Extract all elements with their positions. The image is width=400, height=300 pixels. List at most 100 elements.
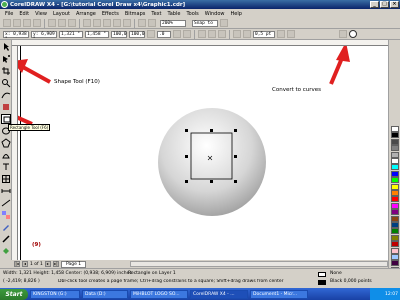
menu-layout[interactable]: Layout bbox=[50, 11, 73, 17]
y-position-field[interactable]: y: 6,909 " bbox=[31, 30, 57, 42]
menu-help[interactable]: Help bbox=[227, 11, 244, 17]
text-tool-icon[interactable] bbox=[1, 162, 11, 172]
x-position-field[interactable]: x: 0,938 " bbox=[3, 30, 29, 42]
polygon-tool-icon[interactable] bbox=[1, 138, 11, 148]
options-icon[interactable] bbox=[220, 19, 228, 27]
taskbar-item-coreldraw[interactable]: CorelDRAW X4 - ... bbox=[190, 289, 248, 299]
taskbar-item-data[interactable]: Data (D:) bbox=[82, 289, 128, 299]
menu-window[interactable]: Window bbox=[202, 11, 228, 17]
drawing-canvas[interactable]: Shape Tool (F10) Convert to curves (9) bbox=[18, 46, 388, 260]
to-back-icon[interactable] bbox=[287, 30, 295, 38]
palette-swatch[interactable] bbox=[391, 196, 399, 203]
freehand-tool-icon[interactable] bbox=[1, 90, 11, 100]
palette-swatch[interactable] bbox=[391, 158, 399, 164]
palette-swatch[interactable] bbox=[391, 170, 399, 177]
menu-text[interactable]: Text bbox=[148, 11, 164, 17]
menu-table[interactable]: Table bbox=[165, 11, 184, 17]
scale-width-field[interactable]: 100,0 bbox=[111, 30, 127, 38]
next-page-button[interactable]: ▸ bbox=[44, 261, 51, 267]
search-content-icon[interactable] bbox=[103, 19, 111, 27]
outline-pen-icon[interactable] bbox=[243, 30, 251, 38]
pick-tool-icon[interactable] bbox=[1, 42, 11, 52]
arrange-icon[interactable] bbox=[339, 30, 347, 38]
eyedropper-tool-icon[interactable] bbox=[1, 222, 11, 232]
palette-swatch[interactable] bbox=[391, 126, 399, 132]
lock-ratio-icon[interactable] bbox=[147, 30, 155, 38]
palette-swatch[interactable] bbox=[391, 151, 399, 158]
menu-arrange[interactable]: Arrange bbox=[73, 11, 99, 17]
taskbar-item-document[interactable]: Document1 - Micr... bbox=[250, 289, 308, 299]
mirror-horizontal-icon[interactable] bbox=[173, 30, 181, 38]
outline-tool-icon[interactable] bbox=[1, 234, 11, 244]
open-icon[interactable] bbox=[13, 19, 21, 27]
menu-view[interactable]: View bbox=[32, 11, 50, 17]
fill-tool-icon[interactable] bbox=[1, 246, 11, 256]
paste-icon[interactable] bbox=[68, 19, 76, 27]
application-launcher-icon[interactable] bbox=[138, 19, 146, 27]
shape-tool-icon[interactable] bbox=[1, 54, 11, 64]
palette-swatch[interactable] bbox=[391, 241, 399, 248]
menu-edit[interactable]: Edit bbox=[16, 11, 32, 17]
menu-file[interactable]: File bbox=[2, 11, 16, 17]
corner-chamfer-icon[interactable] bbox=[218, 30, 226, 38]
palette-swatch[interactable] bbox=[391, 132, 399, 139]
object-width-field[interactable]: 1,321 " bbox=[59, 30, 83, 38]
palette-swatch[interactable] bbox=[391, 183, 399, 190]
palette-swatch[interactable] bbox=[391, 138, 399, 145]
taskbar-item-kingston[interactable]: KINGSTON (G:) bbox=[30, 289, 80, 299]
palette-swatch[interactable] bbox=[391, 164, 399, 171]
table-tool-icon[interactable] bbox=[1, 174, 11, 184]
rotation-angle-field[interactable]: .0 bbox=[157, 30, 171, 38]
palette-swatch[interactable] bbox=[391, 260, 399, 267]
taskbar-item-logo[interactable]: MiHBLOT LOGO SO... bbox=[130, 289, 188, 299]
scale-height-field[interactable]: 100,0 bbox=[129, 30, 145, 38]
to-front-icon[interactable] bbox=[277, 30, 285, 38]
palette-swatch[interactable] bbox=[391, 209, 399, 216]
new-document-icon[interactable] bbox=[3, 19, 11, 27]
palette-swatch[interactable] bbox=[391, 202, 399, 209]
zoom-tool-icon[interactable] bbox=[1, 78, 11, 88]
corner-round-icon[interactable] bbox=[198, 30, 206, 38]
object-height-field[interactable]: 1,458 " bbox=[85, 30, 109, 38]
palette-swatch[interactable] bbox=[391, 247, 399, 254]
prev-page-button[interactable]: ◂ bbox=[22, 261, 28, 267]
palette-swatch[interactable] bbox=[391, 190, 399, 196]
undo-icon[interactable] bbox=[83, 19, 91, 27]
print-icon[interactable] bbox=[33, 19, 41, 27]
mirror-vertical-icon[interactable] bbox=[183, 30, 191, 38]
sphere-shape[interactable] bbox=[158, 108, 266, 216]
connector-tool-icon[interactable] bbox=[1, 198, 11, 208]
last-page-button[interactable]: ▸| bbox=[52, 261, 59, 267]
crop-tool-icon[interactable] bbox=[1, 66, 11, 76]
horizontal-scrollbar[interactable] bbox=[130, 261, 388, 267]
tab-page-1[interactable]: Page 1 bbox=[60, 260, 87, 268]
rectangle-tool-icon[interactable] bbox=[1, 114, 11, 124]
convert-to-curves-icon[interactable] bbox=[349, 30, 357, 38]
cut-icon[interactable] bbox=[48, 19, 56, 27]
menu-bitmaps[interactable]: Bitmaps bbox=[122, 11, 149, 17]
palette-swatch[interactable] bbox=[391, 228, 399, 235]
palette-swatch[interactable] bbox=[391, 234, 399, 241]
palette-swatch[interactable] bbox=[391, 177, 399, 184]
smart-fill-tool-icon[interactable] bbox=[1, 102, 11, 112]
copy-icon[interactable] bbox=[58, 19, 66, 27]
save-icon[interactable] bbox=[23, 19, 31, 27]
palette-swatch[interactable] bbox=[391, 145, 399, 152]
palette-swatch[interactable] bbox=[391, 254, 399, 260]
blend-tool-icon[interactable] bbox=[1, 210, 11, 220]
menu-effects[interactable]: Effects bbox=[99, 11, 122, 17]
minimize-button[interactable]: _ bbox=[370, 1, 379, 8]
corner-scallop-icon[interactable] bbox=[208, 30, 216, 38]
export-icon[interactable] bbox=[123, 19, 131, 27]
close-button[interactable]: × bbox=[390, 1, 399, 8]
maximize-button[interactable]: □ bbox=[380, 1, 389, 8]
start-button[interactable]: Start bbox=[0, 288, 28, 300]
snap-to-select[interactable]: Snap to bbox=[192, 19, 218, 27]
redo-icon[interactable] bbox=[93, 19, 101, 27]
menu-tools[interactable]: Tools bbox=[183, 11, 201, 17]
basic-shapes-tool-icon[interactable] bbox=[1, 150, 11, 160]
first-page-button[interactable]: |◂ bbox=[14, 261, 20, 267]
palette-swatch[interactable] bbox=[391, 215, 399, 222]
import-icon[interactable] bbox=[113, 19, 121, 27]
palette-swatch[interactable] bbox=[391, 222, 399, 228]
